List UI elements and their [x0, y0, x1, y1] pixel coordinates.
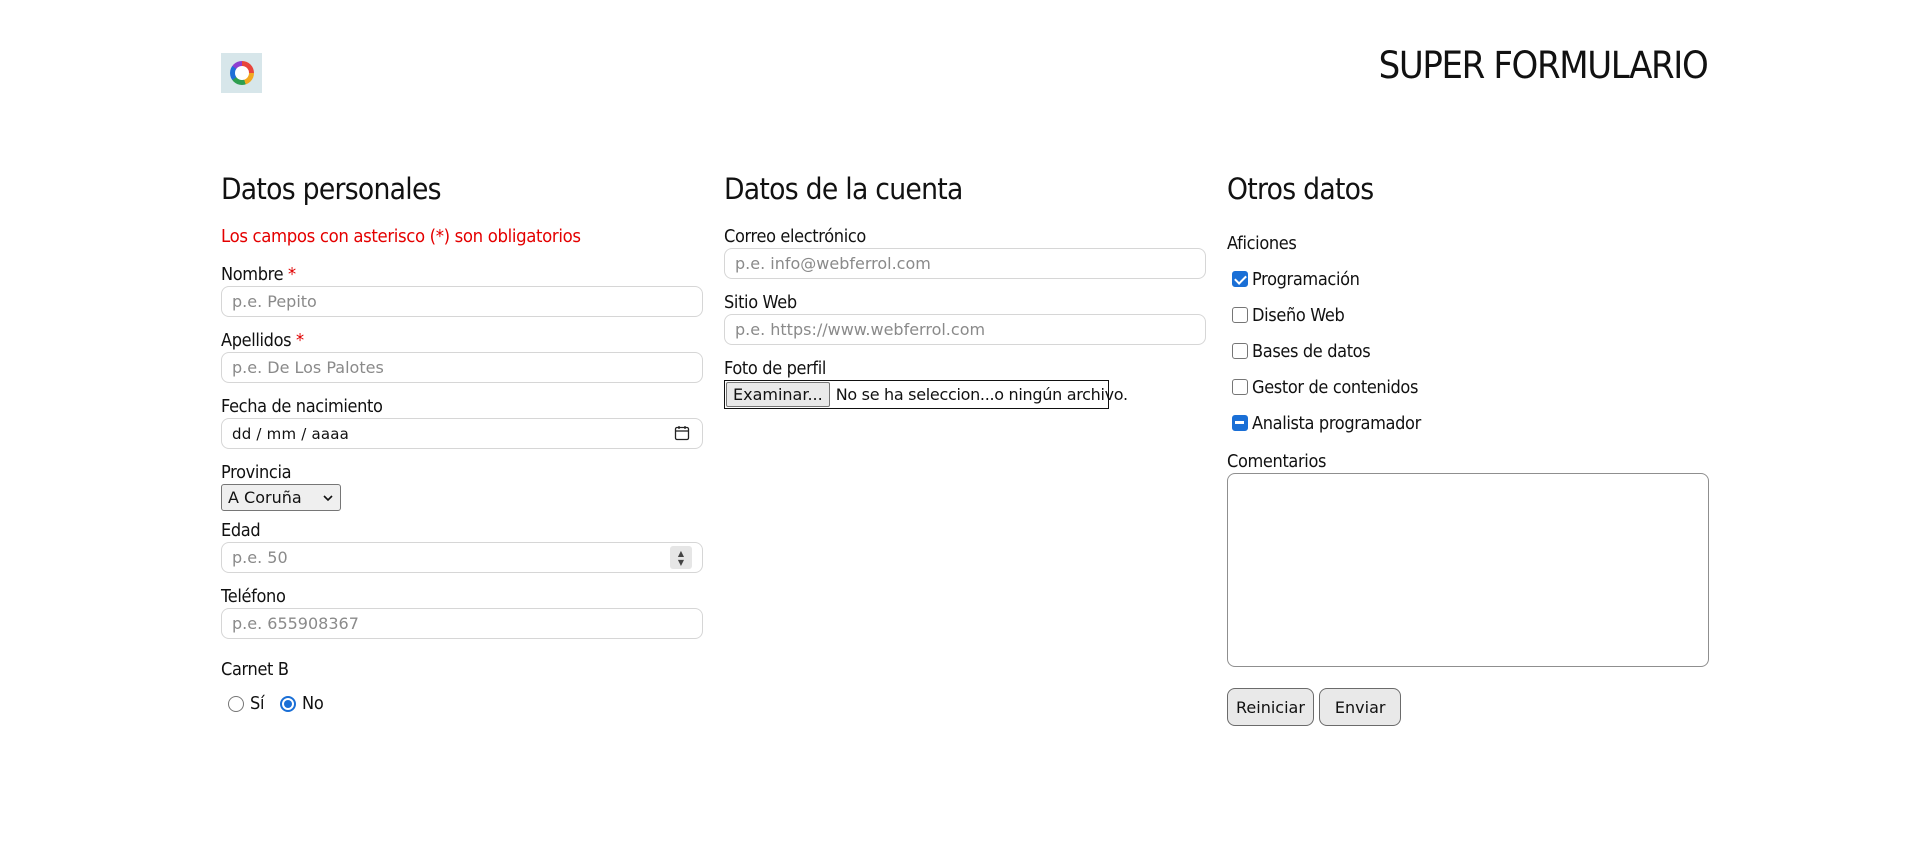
comments-textarea[interactable]: [1227, 473, 1709, 667]
carnet-no-label: No: [301, 693, 324, 714]
required-asterisk: *: [288, 264, 296, 285]
apellidos-label: Apellidos *: [221, 330, 304, 351]
site-logo[interactable]: [221, 53, 262, 93]
telefono-field[interactable]: [221, 608, 703, 639]
email-field[interactable]: [724, 248, 1206, 279]
website-label: Sitio Web: [724, 292, 797, 313]
edad-label: Edad: [221, 520, 261, 541]
hobby-analista-programador[interactable]: Analista programador: [1227, 405, 1709, 441]
hobby-label: Diseño Web: [1252, 304, 1345, 326]
hobby-programacion[interactable]: Programación: [1227, 261, 1709, 297]
apellidos-field[interactable]: [221, 352, 703, 383]
edad-input[interactable]: [232, 548, 692, 567]
comments-label: Comentarios: [1227, 451, 1327, 472]
hobby-gestor-contenidos[interactable]: Gestor de contenidos: [1227, 369, 1709, 405]
apellidos-input[interactable]: [232, 358, 692, 377]
checkbox-gestor-contenidos[interactable]: [1232, 379, 1248, 395]
required-fields-note: Los campos con asterisco (*) son obligat…: [221, 226, 581, 247]
edad-field[interactable]: ▲ ▼: [221, 542, 703, 573]
submit-button[interactable]: Enviar: [1318, 688, 1402, 726]
checkbox-diseno-web[interactable]: [1232, 307, 1248, 323]
calendar-icon[interactable]: [674, 425, 690, 441]
hobby-label: Programación: [1252, 268, 1360, 290]
profile-photo-label: Foto de perfil: [724, 358, 827, 379]
email-input[interactable]: [735, 254, 1195, 273]
reset-button[interactable]: Reiniciar: [1227, 688, 1314, 726]
fecha-label: Fecha de nacimiento: [221, 396, 383, 417]
spin-down-icon[interactable]: ▼: [678, 558, 684, 567]
other-data-section: Otros datos Aficiones Programación Diseñ…: [1227, 168, 1709, 726]
telefono-label: Teléfono: [221, 586, 286, 607]
hobby-label: Analista programador: [1252, 412, 1421, 434]
profile-photo-file-input[interactable]: Examinar... No se ha seleccion...o ningú…: [724, 380, 1128, 409]
carnet-radio-group: Sí No: [228, 693, 703, 714]
hobby-diseno-web[interactable]: Diseño Web: [1227, 297, 1709, 333]
fecha-nacimiento-input[interactable]: dd / mm / aaaa: [221, 418, 703, 449]
hobby-label: Bases de datos: [1252, 340, 1371, 362]
hobbies-label: Aficiones: [1227, 233, 1297, 254]
required-asterisk: *: [296, 330, 304, 351]
checkbox-bases-de-datos[interactable]: [1232, 343, 1248, 359]
file-status-text: No se ha seleccion...o ningún archivo.: [835, 385, 1128, 404]
carnet-no-radio[interactable]: [279, 695, 296, 712]
checkbox-analista-programador[interactable]: [1232, 415, 1248, 431]
checkbox-programacion[interactable]: [1232, 271, 1248, 287]
nombre-label: Nombre *: [221, 264, 296, 285]
page-title: SUPER FORMULARIO: [1378, 44, 1708, 87]
browse-button[interactable]: Examinar...: [726, 382, 830, 407]
other-section-title: Otros datos: [1227, 172, 1374, 206]
provincia-selected-value: A Coruña: [228, 488, 302, 507]
hobby-label: Gestor de contenidos: [1252, 376, 1419, 398]
provincia-select[interactable]: A Coruña: [221, 484, 341, 511]
spin-up-icon[interactable]: ▲: [678, 549, 684, 558]
form-page: SUPER FORMULARIO Datos personales Los ca…: [0, 0, 1920, 845]
account-data-section: Datos de la cuenta Correo electrónico Si…: [724, 168, 1206, 409]
nombre-input[interactable]: [232, 292, 692, 311]
website-field[interactable]: [724, 314, 1206, 345]
email-label: Correo electrónico: [724, 226, 866, 247]
hobbies-list: Programación Diseño Web Bases de datos G…: [1227, 261, 1709, 441]
carnet-label: Carnet B: [221, 659, 289, 680]
carnet-si-radio[interactable]: [228, 695, 244, 712]
number-spinner[interactable]: ▲ ▼: [670, 546, 692, 569]
date-placeholder: dd / mm / aaaa: [232, 424, 350, 443]
website-input[interactable]: [735, 320, 1195, 339]
form-actions: Reiniciar Enviar: [1227, 688, 1709, 726]
carnet-si-label: Sí: [250, 693, 265, 714]
chevron-down-icon: [323, 494, 333, 501]
personal-data-section: Datos personales Los campos con asterisc…: [221, 168, 703, 714]
account-section-title: Datos de la cuenta: [724, 172, 963, 206]
hobby-bases-de-datos[interactable]: Bases de datos: [1227, 333, 1709, 369]
ring-logo-icon: [229, 61, 254, 85]
provincia-label: Provincia: [221, 462, 292, 483]
telefono-input[interactable]: [232, 614, 692, 633]
personal-section-title: Datos personales: [221, 172, 442, 206]
nombre-field[interactable]: [221, 286, 703, 317]
